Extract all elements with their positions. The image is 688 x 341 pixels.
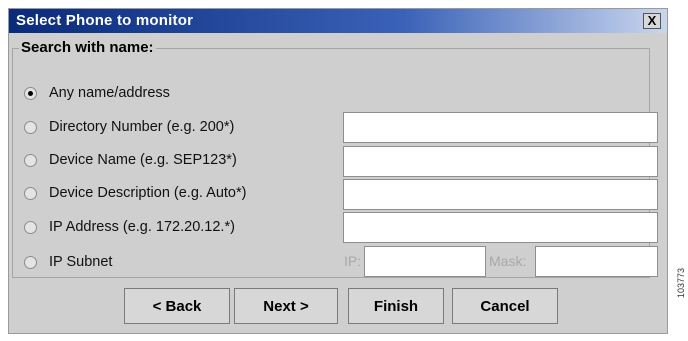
directory-number-input[interactable]	[343, 112, 658, 143]
option-device-description[interactable]: Device Description (e.g. Auto*)	[24, 181, 246, 205]
next-button-label: Next >	[263, 297, 309, 315]
cancel-button[interactable]: Cancel	[452, 288, 558, 324]
device-description-input[interactable]	[343, 179, 658, 210]
ip-address-input[interactable]	[343, 212, 658, 243]
back-button-label: < Back	[152, 297, 202, 315]
subnet-ip-input[interactable]	[364, 246, 486, 277]
finish-button[interactable]: Finish	[348, 288, 444, 324]
close-button[interactable]: X	[643, 13, 661, 29]
option-device-name[interactable]: Device Name (e.g. SEP123*)	[24, 148, 237, 172]
subnet-mask-label: Mask:	[489, 253, 527, 269]
option-ip-address[interactable]: IP Address (e.g. 172.20.12.*)	[24, 215, 235, 239]
option-label: Any name/address	[49, 85, 170, 101]
option-ip-subnet[interactable]: IP Subnet	[24, 250, 112, 274]
radio-device-description[interactable]	[24, 186, 37, 200]
radio-device-name[interactable]	[24, 153, 37, 167]
subnet-ip-label: IP:	[344, 253, 362, 269]
cancel-button-label: Cancel	[480, 297, 530, 315]
option-label: Device Name (e.g. SEP123*)	[49, 152, 237, 168]
dialog-title: Select Phone to monitor	[16, 12, 194, 29]
option-any-name[interactable]: Any name/address	[24, 81, 170, 105]
option-directory-number[interactable]: Directory Number (e.g. 200*)	[24, 115, 234, 139]
next-button[interactable]: Next >	[234, 288, 338, 324]
radio-ip-address[interactable]	[24, 220, 37, 234]
radio-directory-number[interactable]	[24, 120, 37, 134]
finish-button-label: Finish	[373, 297, 419, 315]
back-button[interactable]: < Back	[124, 288, 230, 324]
subnet-mask-input[interactable]	[535, 246, 658, 277]
radio-ip-subnet[interactable]	[24, 255, 37, 269]
option-label: Directory Number (e.g. 200*)	[49, 119, 235, 135]
close-icon: X	[647, 13, 657, 28]
radio-any-name[interactable]	[24, 86, 37, 100]
device-name-input[interactable]	[343, 146, 658, 177]
option-label: IP Subnet	[49, 254, 113, 270]
option-label: Device Description (e.g. Auto*)	[49, 185, 247, 201]
dialog-titlebar[interactable]: Select Phone to monitor X	[9, 9, 667, 33]
group-legend: Search with name:	[19, 39, 156, 56]
option-label: IP Address (e.g. 172.20.12.*)	[49, 219, 235, 235]
figure-id: 103773	[676, 267, 686, 298]
